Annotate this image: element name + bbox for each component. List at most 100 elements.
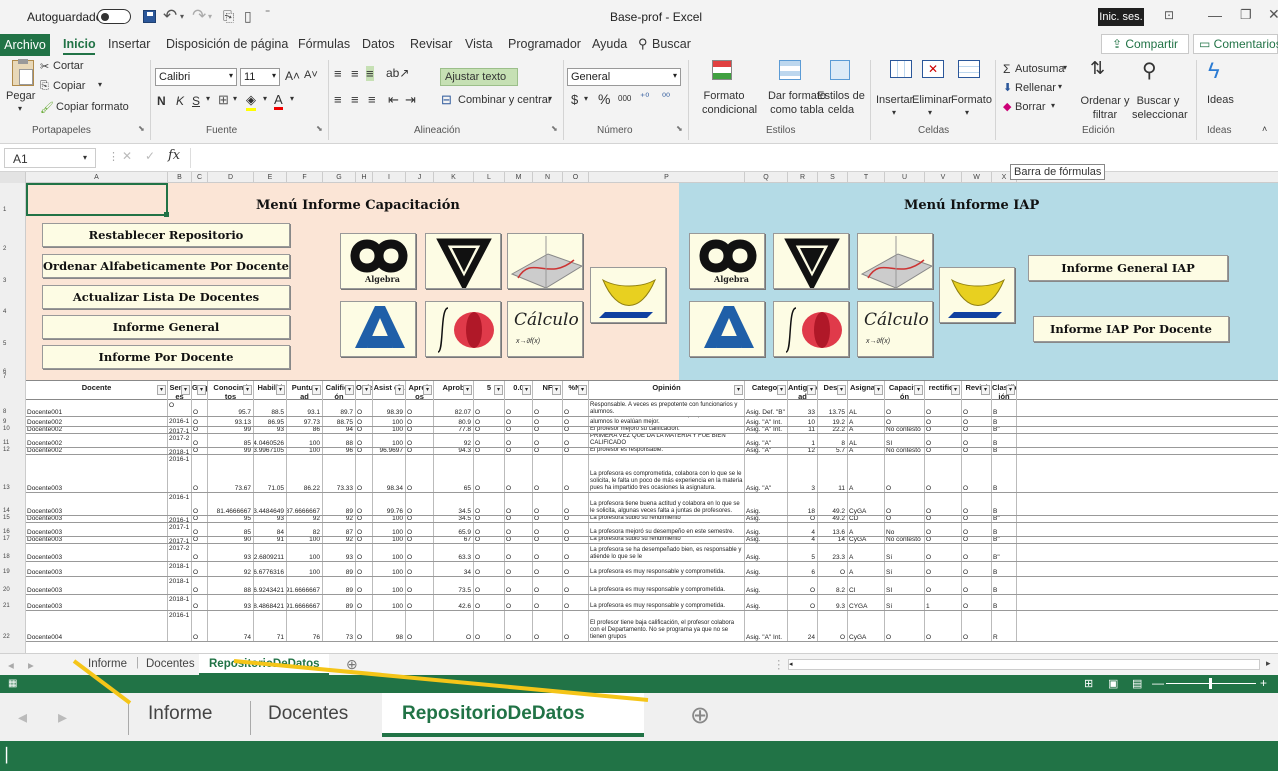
table-cell[interactable]: 99.76: [373, 493, 406, 515]
column-header-o[interactable]: O: [563, 172, 589, 183]
merge-dropdown-icon[interactable]: ▾: [548, 94, 552, 103]
decrease-decimal-icon[interactable]: ⁰⁰: [662, 92, 670, 103]
table-row[interactable]: Docente003 2017-1 O 90 91 100 92 O 100 O 67 O O O O La …: [26, 537, 1278, 544]
table-cell[interactable]: R: [992, 611, 1017, 641]
close-icon[interactable]: ✕: [1268, 6, 1278, 23]
filter-dropdown-icon[interactable]: ▾: [243, 385, 252, 395]
row-header[interactable]: 15: [0, 515, 26, 521]
table-cell[interactable]: O: [356, 417, 373, 426]
table-cell[interactable]: O: [192, 523, 208, 536]
redo-icon[interactable]: ↷: [192, 6, 206, 26]
table-cell[interactable]: O: [563, 595, 589, 610]
table-cell[interactable]: Docente003: [26, 562, 168, 576]
table-cell[interactable]: B: [992, 595, 1017, 610]
table-cell[interactable]: 74: [208, 611, 254, 641]
format-cells-dropdown-icon[interactable]: ▾: [965, 108, 969, 117]
table-cell[interactable]: 98.34: [373, 455, 406, 492]
table-cell[interactable]: O: [962, 562, 992, 576]
table-cell[interactable]: O: [474, 577, 505, 594]
table-cell[interactable]: O: [962, 493, 992, 515]
table-cell[interactable]: 8: [818, 434, 848, 447]
column-header-u[interactable]: U: [885, 172, 925, 183]
hscroll-right-icon[interactable]: ▸: [1266, 658, 1271, 669]
table-cell[interactable]: 94: [323, 427, 356, 433]
table-row[interactable]: Docente0022017-2O8584.046052610088O100O9…: [26, 434, 1278, 448]
iap-vector-icon-button[interactable]: [773, 233, 849, 289]
prev-sheet-icon[interactable]: ◂: [8, 658, 14, 672]
table-cell[interactable]: Docente003: [26, 493, 168, 515]
underline-dropdown-icon[interactable]: ▾: [206, 94, 210, 103]
table-cell[interactable]: 73.5: [434, 577, 474, 594]
worksheet-grid[interactable]: Menú Informe Capacitación Menú Informe I…: [26, 183, 1278, 653]
table-cell[interactable]: 11: [788, 427, 818, 433]
table-cell[interactable]: O: [505, 516, 533, 522]
table-cell[interactable]: 2016-1: [168, 417, 192, 426]
row-header[interactable]: 4: [0, 309, 26, 315]
table-cell[interactable]: 87.6666667: [287, 493, 323, 515]
table-cell[interactable]: 92: [323, 537, 356, 543]
table-cell[interactable]: O: [533, 493, 563, 515]
table-cell[interactable]: 91.6666667: [287, 595, 323, 610]
table-cell[interactable]: 18: [788, 493, 818, 515]
table-cell[interactable]: O: [474, 455, 505, 492]
table-cell[interactable]: O: [192, 562, 208, 576]
table-cell[interactable]: O: [356, 448, 373, 454]
table-cell[interactable]: O: [533, 537, 563, 543]
table-cell[interactable]: Docente003: [26, 523, 168, 536]
table-cell[interactable]: O: [925, 577, 962, 594]
fill-dropdown-icon[interactable]: ▾: [1058, 82, 1062, 91]
row-header[interactable]: 10: [0, 426, 26, 432]
filter-dropdown-icon[interactable]: ▾: [312, 385, 321, 395]
table-cell[interactable]: O: [563, 455, 589, 492]
table-cell[interactable]: O: [885, 455, 925, 492]
column-header-f[interactable]: F: [287, 172, 323, 183]
table-cell[interactable]: 82: [287, 523, 323, 536]
table-cell[interactable]: Asig.: [745, 544, 788, 561]
sheet-tab-docentes[interactable]: Docentes: [146, 658, 195, 670]
font-color-icon[interactable]: A: [274, 92, 283, 110]
print-preview-icon[interactable]: ⎘: [223, 8, 234, 25]
table-cell[interactable]: 80.9: [434, 417, 474, 426]
column-header-j[interactable]: J: [406, 172, 434, 183]
table-cell[interactable]: O: [885, 493, 925, 515]
table-cell[interactable]: O: [474, 516, 505, 522]
row-header[interactable]: 8: [0, 409, 26, 415]
filter-dropdown-icon[interactable]: ▾: [276, 385, 285, 395]
table-cell[interactable]: O: [505, 544, 533, 561]
row-header[interactable]: 3: [0, 278, 26, 284]
column-header-c[interactable]: C: [192, 172, 208, 183]
table-cell[interactable]: O: [356, 434, 373, 447]
table-cell[interactable]: O: [356, 595, 373, 610]
table-cell[interactable]: 22.2: [818, 427, 848, 433]
table-cell[interactable]: O: [885, 417, 925, 426]
table-cell[interactable]: O: [533, 401, 563, 416]
table-cell[interactable]: 93: [208, 595, 254, 610]
sort-filter-icon[interactable]: ⇅: [1090, 58, 1105, 79]
clipboard-launcher-icon[interactable]: ⬊: [138, 124, 145, 133]
table-cell[interactable]: O: [505, 448, 533, 454]
table-cell[interactable]: O: [533, 611, 563, 641]
undo-icon[interactable]: ↶: [163, 6, 177, 26]
table-cell[interactable]: O: [533, 544, 563, 561]
table-cell[interactable]: O: [192, 577, 208, 594]
table-cell[interactable]: 77.8: [434, 427, 474, 433]
table-cell[interactable]: 100: [287, 562, 323, 576]
align-left-icon[interactable]: ≡: [334, 92, 342, 107]
table-cell[interactable]: 100: [287, 544, 323, 561]
integral-icon-button[interactable]: [425, 301, 501, 357]
table-cell[interactable]: B: [992, 401, 1017, 416]
borders-icon[interactable]: ⊞: [218, 92, 229, 108]
table-row[interactable]: Docente003 2016-1 O 95 93 92 92 O 100 O 34.5 O O O O La…: [26, 516, 1278, 523]
table-cell[interactable]: 100: [373, 417, 406, 426]
table-cell[interactable]: 92: [434, 434, 474, 447]
paste-dropdown-icon[interactable]: ▾: [18, 104, 22, 113]
table-cell[interactable]: 4: [788, 523, 818, 536]
table-cell[interactable]: 65: [434, 455, 474, 492]
table-row[interactable]: Docente003 2016-1 O 73.67 71.05 86.22 73.33 O 98…: [26, 455, 1278, 493]
iap-linear-algebra-icon-button[interactable]: [689, 301, 765, 357]
table-cell[interactable]: CyGA: [848, 537, 885, 543]
autosave-toggle[interactable]: [97, 9, 131, 24]
table-cell[interactable]: 98: [373, 611, 406, 641]
name-box[interactable]: A1 ▾: [4, 148, 96, 168]
comments-button[interactable]: ▭ Comentarios: [1193, 34, 1278, 54]
